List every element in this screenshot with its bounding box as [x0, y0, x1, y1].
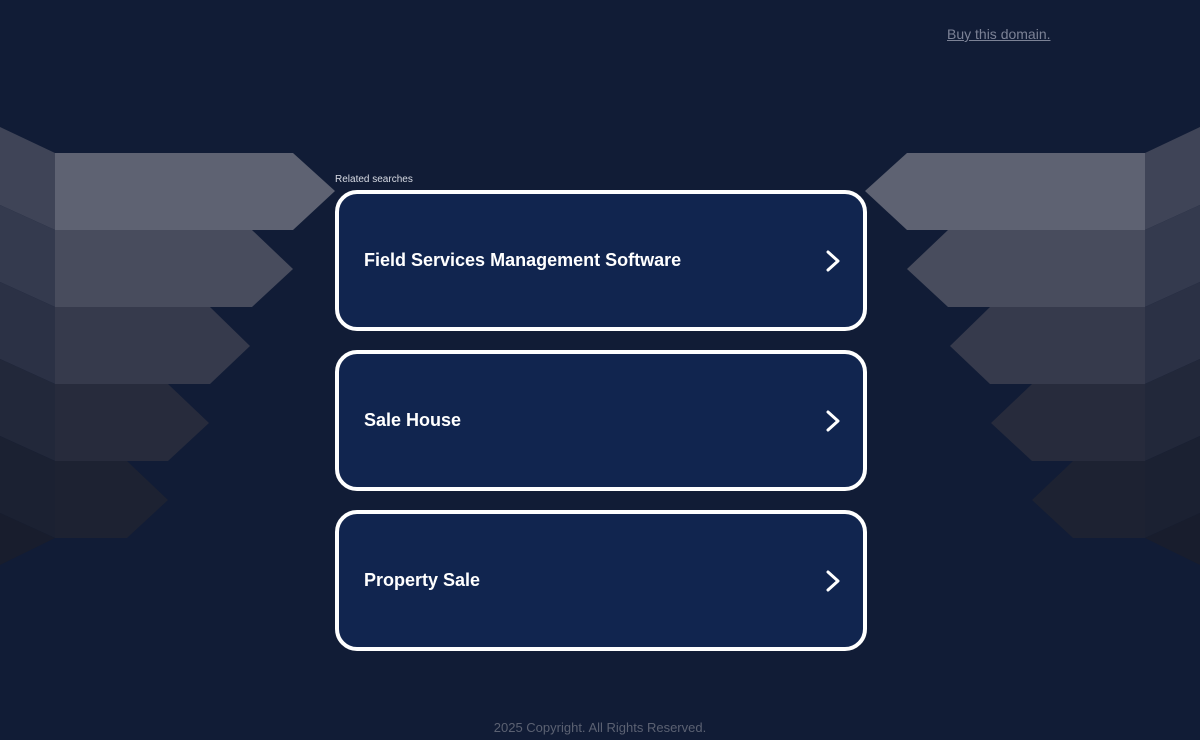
chevron-right-icon	[823, 408, 843, 434]
chevron-right-icon	[823, 248, 843, 274]
related-search-label: Field Services Management Software	[364, 250, 682, 270]
decorative-arrows-right	[865, 127, 1200, 565]
related-search-card[interactable]: Sale House	[335, 350, 867, 491]
related-search-card[interactable]: Property Sale	[335, 510, 867, 651]
related-search-label: Property Sale	[364, 570, 481, 590]
related-searches-label: Related searches	[335, 174, 413, 185]
related-search-label: Sale House	[364, 410, 462, 430]
chevron-right-icon	[823, 568, 843, 594]
related-search-card[interactable]: Field Services Management Software	[335, 190, 867, 331]
decorative-arrows-left	[0, 127, 335, 565]
copyright-footer: 2025 Copyright. All Rights Reserved.	[493, 720, 707, 735]
parked-domain-page: Buy this domain. Related searches Field …	[0, 0, 1200, 740]
